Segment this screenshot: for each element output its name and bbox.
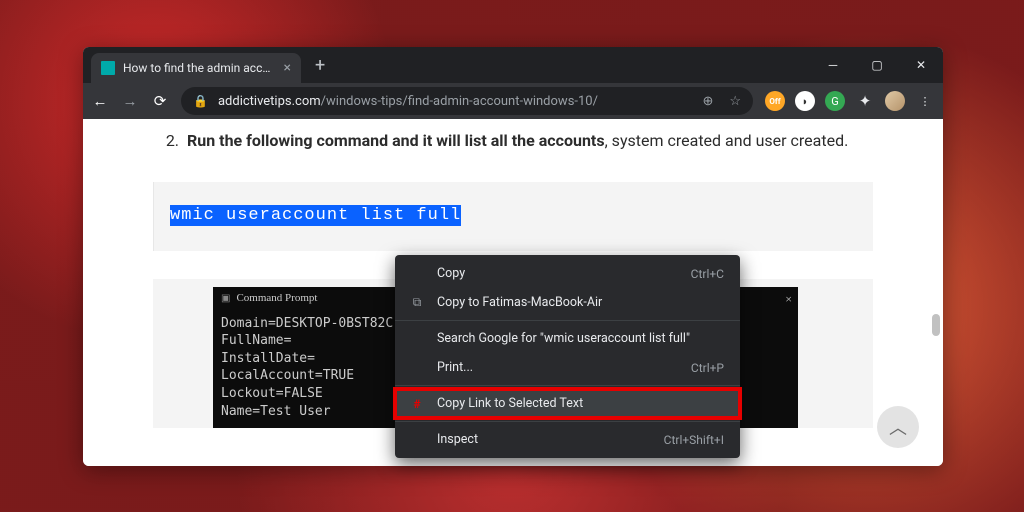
extensions: Off ◗ G ✦ ⋮ xyxy=(765,91,935,111)
ctx-copy[interactable]: Copy Ctrl+C xyxy=(395,259,740,288)
zoom-icon[interactable]: ⊕ xyxy=(702,94,713,109)
maximize-icon[interactable]: ▢ xyxy=(855,47,899,83)
new-tab-button[interactable]: + xyxy=(315,55,325,76)
command-prompt-close-icon: × xyxy=(785,291,792,308)
hash-icon: # xyxy=(409,396,425,412)
omnibox[interactable]: 🔒 addictivetips.com/windows-tips/find-ad… xyxy=(181,87,753,115)
instruction-step: Run the following command and it will li… xyxy=(183,129,873,152)
extensions-icon[interactable]: ✦ xyxy=(855,91,875,111)
context-menu: Copy Ctrl+C ⧉ Copy to Fatimas-MacBook-Ai… xyxy=(395,255,740,458)
window-controls: ─ ▢ ✕ xyxy=(811,47,943,83)
close-tab-icon[interactable]: × xyxy=(284,61,291,75)
code-block[interactable]: wmic useraccount list full xyxy=(153,182,873,251)
command-prompt-title: Command Prompt xyxy=(236,291,317,307)
minimize-icon[interactable]: ─ xyxy=(811,47,855,83)
url-domain: addictivetips.com xyxy=(218,94,321,109)
ctx-inspect[interactable]: Inspect Ctrl+Shift+I xyxy=(395,425,740,454)
lock-icon: 🔒 xyxy=(193,94,208,108)
titlebar: How to find the admin account o × + ─ ▢ … xyxy=(83,47,943,83)
ctx-print[interactable]: Print... Ctrl+P xyxy=(395,353,740,382)
tab-title: How to find the admin account o xyxy=(123,61,276,75)
scroll-to-top-button[interactable]: ︿ xyxy=(877,406,919,448)
scrollbar-thumb[interactable] xyxy=(932,314,940,336)
kebab-menu-icon[interactable]: ⋮ xyxy=(915,91,935,111)
devices-icon: ⧉ xyxy=(409,295,425,311)
profile-avatar-icon[interactable] xyxy=(885,91,905,111)
reload-icon[interactable]: ⟳ xyxy=(151,92,169,110)
ctx-search-google[interactable]: Search Google for "wmic useraccount list… xyxy=(395,324,740,353)
selected-code: wmic useraccount list full xyxy=(170,205,461,226)
ctx-separator xyxy=(395,320,740,321)
forward-icon[interactable]: → xyxy=(121,92,139,110)
ctx-separator xyxy=(395,421,740,422)
extension-tag-icon[interactable]: ◗ xyxy=(795,91,815,111)
url-path: /windows-tips/find-admin-account-windows… xyxy=(321,94,598,109)
instruction-bold: Run the following command and it will li… xyxy=(187,131,605,150)
close-window-icon[interactable]: ✕ xyxy=(899,47,943,83)
browser-tab[interactable]: How to find the admin account o × xyxy=(91,53,301,83)
favicon-icon xyxy=(101,61,115,75)
ctx-copy-to-device[interactable]: ⧉ Copy to Fatimas-MacBook-Air xyxy=(395,288,740,317)
instruction-rest: , system created and user created. xyxy=(605,131,849,150)
star-icon[interactable]: ☆ xyxy=(729,94,741,109)
extension-off-icon[interactable]: Off xyxy=(765,91,785,111)
address-bar: ← → ⟳ 🔒 addictivetips.com/windows-tips/f… xyxy=(83,83,943,119)
ctx-copy-link-to-selected[interactable]: # Copy Link to Selected Text xyxy=(395,389,740,418)
back-icon[interactable]: ← xyxy=(91,92,109,110)
ctx-separator xyxy=(395,385,740,386)
extension-g-icon[interactable]: G xyxy=(825,91,845,111)
